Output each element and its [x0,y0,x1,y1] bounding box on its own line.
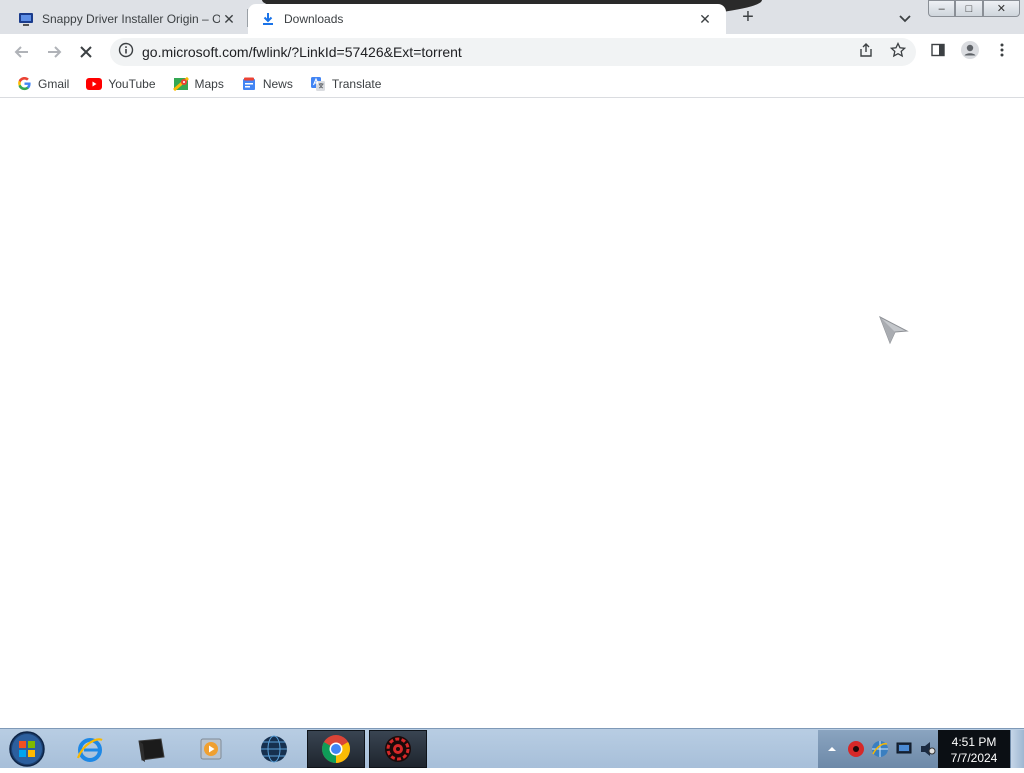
tab-downloads[interactable]: Downloads ✕ [248,4,726,34]
show-hidden-icons-arrow-icon[interactable] [822,739,842,759]
taskbar-internet-explorer[interactable] [61,730,119,768]
tray-speaker-icon[interactable] [918,739,938,759]
bookmark-star-icon[interactable] [888,40,908,60]
taskbar-media-player[interactable] [183,730,241,768]
bookmark-youtube[interactable]: YouTube [86,76,156,92]
mouse-cursor-icon [879,315,909,345]
bookmark-label: Translate [331,76,382,91]
info-icon[interactable] [118,42,134,63]
system-tray [818,730,938,768]
gear-red-icon [385,736,411,762]
tray-network-globe-icon[interactable] [870,739,890,759]
taskbar-chrome[interactable] [307,730,365,768]
bookmarks-bar: Gmail YouTube Maps News Translate [0,70,1024,98]
taskbar-clock[interactable]: 4:51 PM 7/7/2024 [938,730,1010,768]
chevron-down-icon[interactable] [895,8,915,28]
maps-icon [172,76,189,92]
tab-strip: Snappy Driver Installer Origin – Opensou… [0,0,1024,34]
folder-icon [138,738,165,762]
ie-icon [76,738,103,762]
bookmark-label: YouTube [108,76,156,91]
page-content-blank [0,102,1024,728]
taskbar-driver-installer[interactable] [369,730,427,768]
address-bar[interactable]: go.microsoft.com/fwlink/?LinkId=57426&Ex… [110,38,916,66]
chrome-icon [322,735,350,763]
clock-time: 4:51 PM [951,735,997,749]
windows-orb-icon [9,731,45,767]
bookmark-label: News [262,76,293,91]
stop-x-icon [80,46,92,58]
bookmark-label: Gmail [38,76,70,91]
download-icon [260,11,276,27]
bookmark-news[interactable]: News [241,76,293,92]
back-arrow-icon [14,46,28,58]
forward-arrow-icon [48,46,62,58]
google-icon [16,76,32,92]
window-controls: – □ ✕ [928,0,1020,17]
translate-icon [310,76,326,92]
profile-avatar-icon[interactable] [960,40,980,60]
minimize-button[interactable]: – [928,0,956,17]
close-tab-icon[interactable]: ✕ [220,10,238,28]
taskbar-globe-app[interactable] [245,730,303,768]
tray-driver-installer-icon[interactable] [846,739,866,759]
browser-toolbar: go.microsoft.com/fwlink/?LinkId=57426&Ex… [0,34,1024,70]
tray-monitor-icon[interactable] [894,739,914,759]
back-button[interactable] [10,40,34,64]
side-panel-icon[interactable] [928,40,948,60]
close-tab-icon[interactable]: ✕ [696,10,714,28]
bookmark-gmail[interactable]: Gmail [16,76,69,92]
close-window-button[interactable]: ✕ [982,0,1020,17]
taskbar: 4:51 PM 7/7/2024 [0,728,1024,768]
monitor-icon [18,11,34,27]
tab-snappy-driver[interactable]: Snappy Driver Installer Origin – Opensou… [8,4,248,34]
youtube-icon [86,76,103,92]
news-icon [241,76,257,92]
share-icon[interactable] [856,40,876,60]
media-player-icon [200,738,222,760]
taskbar-file-manager[interactable] [122,730,180,768]
bookmark-translate[interactable]: Translate [310,76,382,92]
kebab-menu-icon[interactable] [992,40,1012,60]
forward-button[interactable] [42,40,66,64]
maximize-button[interactable]: □ [955,0,983,17]
stop-loading-button[interactable] [74,40,98,64]
bookmark-label: Maps [194,76,224,91]
tab-title: Snappy Driver Installer Origin – Opensou… [42,12,220,26]
clock-date: 7/7/2024 [950,751,998,765]
start-button[interactable] [6,730,48,768]
tab-title: Downloads [284,12,344,26]
globe-icon [261,735,287,763]
bookmark-maps[interactable]: Maps [172,76,224,92]
new-tab-button[interactable]: + [736,6,760,30]
show-desktop-button[interactable] [1010,730,1024,768]
url-text: go.microsoft.com/fwlink/?LinkId=57426&Ex… [142,44,462,60]
